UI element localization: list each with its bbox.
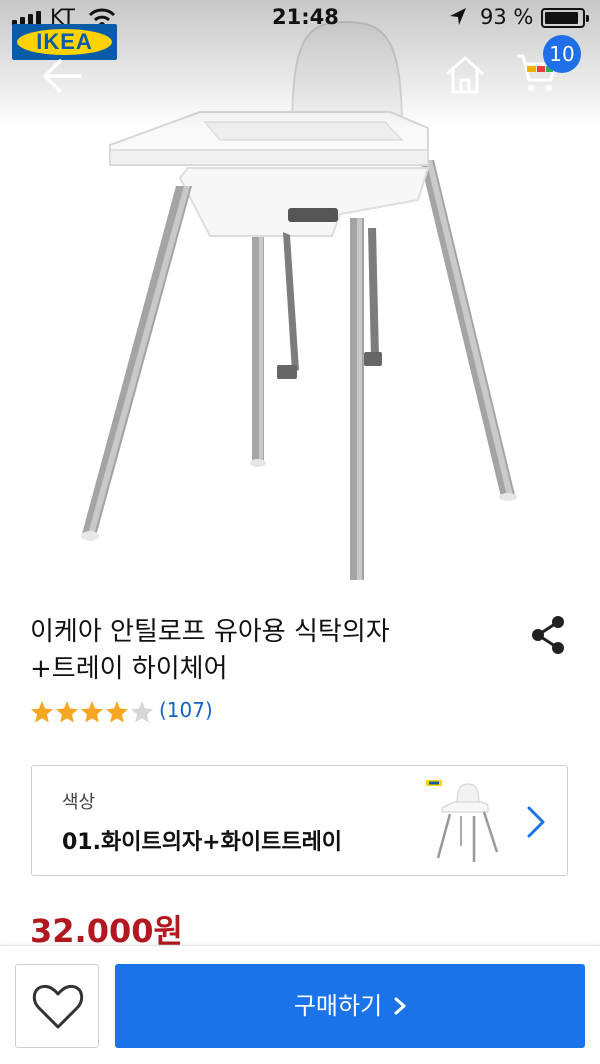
battery-icon xyxy=(541,8,589,28)
chevron-right-icon xyxy=(394,997,406,1015)
chevron-right-icon xyxy=(527,806,545,838)
clock: 21:48 xyxy=(272,5,339,29)
heart-outline-icon xyxy=(32,984,84,1029)
star-rating-icon xyxy=(31,701,153,723)
share-icon xyxy=(532,616,564,654)
option-thumbnail xyxy=(426,780,499,862)
color-option-selector[interactable]: 색상 01.화이트의자+화이트트레이 xyxy=(31,765,568,876)
product-title-line2: +트레이 하이체어 xyxy=(30,654,228,684)
share-button[interactable] xyxy=(528,614,568,656)
product-title-line1: 이케아 안틸로프 유아용 식탁의자 xyxy=(30,617,390,647)
battery-percent: 93 % xyxy=(480,5,534,29)
ikea-logo: IKEA xyxy=(12,24,117,60)
home-button[interactable] xyxy=(443,52,487,96)
back-arrow-icon xyxy=(43,59,82,93)
option-value: 01.화이트의자+화이트트레이 xyxy=(62,830,343,855)
buy-button[interactable]: 구매하기 xyxy=(115,964,585,1048)
location-arrow-icon xyxy=(448,6,468,33)
review-count-link[interactable]: (107) xyxy=(159,698,213,722)
option-label: 색상 xyxy=(62,792,96,813)
cart-count-badge: 10 xyxy=(543,35,581,73)
home-icon xyxy=(446,56,484,94)
back-button[interactable] xyxy=(40,56,84,96)
buy-button-label: 구매하기 xyxy=(293,992,383,1020)
wishlist-button[interactable] xyxy=(15,964,99,1048)
product-title: 이케아 안틸로프 유아용 식탁의자 +트레이 하이체어 xyxy=(30,614,510,688)
